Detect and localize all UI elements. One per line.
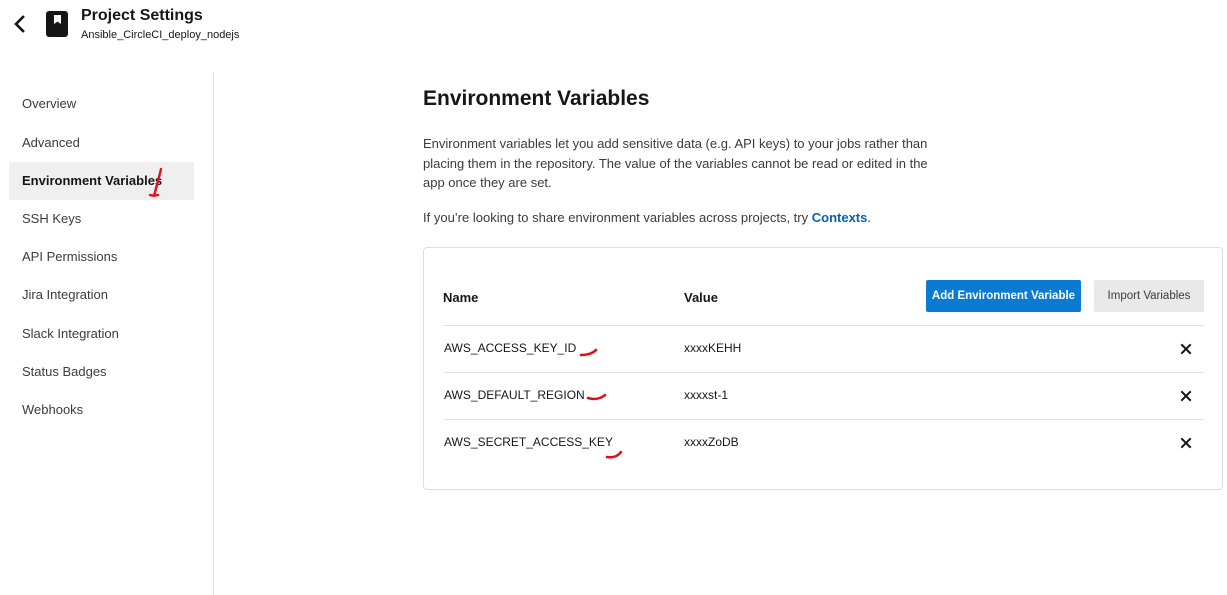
contexts-hint-text: If you’re looking to share environment v…: [423, 210, 812, 225]
column-header-value: Value: [684, 290, 718, 305]
variable-name: AWS_ACCESS_KEY_ID: [444, 341, 577, 355]
project-name: Ansible_CircleCI_deploy_nodejs: [81, 29, 240, 41]
close-icon: [1180, 390, 1192, 402]
import-variables-button[interactable]: Import Variables: [1094, 280, 1204, 312]
table-row: AWS_ACCESS_KEY_ID xxxxKEHH: [443, 325, 1204, 373]
sidebar-item-status-badges[interactable]: Status Badges: [9, 353, 194, 391]
sidebar-item-overview[interactable]: Overview: [9, 85, 194, 123]
env-variables-card: Name Value Add Environment Variable Impo…: [423, 247, 1223, 490]
column-header-name: Name: [443, 290, 479, 305]
delete-variable-button[interactable]: [1179, 389, 1193, 403]
close-icon: [1180, 437, 1192, 449]
contexts-link[interactable]: Contexts: [812, 210, 868, 225]
variable-name: AWS_DEFAULT_REGION: [444, 388, 585, 402]
project-icon: [46, 11, 68, 37]
sidebar-item-advanced[interactable]: Advanced: [9, 124, 194, 162]
page-header: Project Settings Ansible_CircleCI_deploy…: [0, 0, 1227, 60]
sidebar-item-environment-variables[interactable]: Environment Variables: [9, 162, 194, 200]
variable-name: AWS_SECRET_ACCESS_KEY: [444, 435, 613, 449]
delete-variable-button[interactable]: [1179, 342, 1193, 356]
section-description: Environment variables let you add sensit…: [423, 136, 928, 190]
page-title: Project Settings: [81, 7, 203, 24]
sidebar-item-ssh-keys[interactable]: SSH Keys: [9, 200, 194, 238]
variable-value: xxxxst-1: [684, 388, 729, 402]
sidebar-item-webhooks[interactable]: Webhooks: [9, 391, 194, 429]
contexts-hint-suffix: .: [867, 210, 871, 225]
close-icon: [1180, 343, 1192, 355]
back-button[interactable]: [10, 12, 30, 36]
table-row: AWS_SECRET_ACCESS_KEY xxxxZoDB: [443, 419, 1204, 467]
contexts-hint: If you’re looking to share environment v…: [423, 210, 871, 225]
section-heading: Environment Variables: [423, 87, 650, 110]
variable-value: xxxxZoDB: [684, 435, 739, 449]
variable-value: xxxxKEHH: [684, 341, 742, 355]
sidebar-item-jira-integration[interactable]: Jira Integration: [9, 276, 194, 314]
settings-sidebar: Overview Advanced Environment Variables …: [0, 72, 214, 595]
add-environment-variable-button[interactable]: Add Environment Variable: [926, 280, 1081, 312]
sidebar-item-slack-integration[interactable]: Slack Integration: [9, 315, 194, 353]
delete-variable-button[interactable]: [1179, 436, 1193, 450]
chevron-left-icon: [14, 15, 25, 33]
table-row: AWS_DEFAULT_REGION xxxxst-1: [443, 372, 1204, 420]
sidebar-item-api-permissions[interactable]: API Permissions: [9, 238, 194, 276]
